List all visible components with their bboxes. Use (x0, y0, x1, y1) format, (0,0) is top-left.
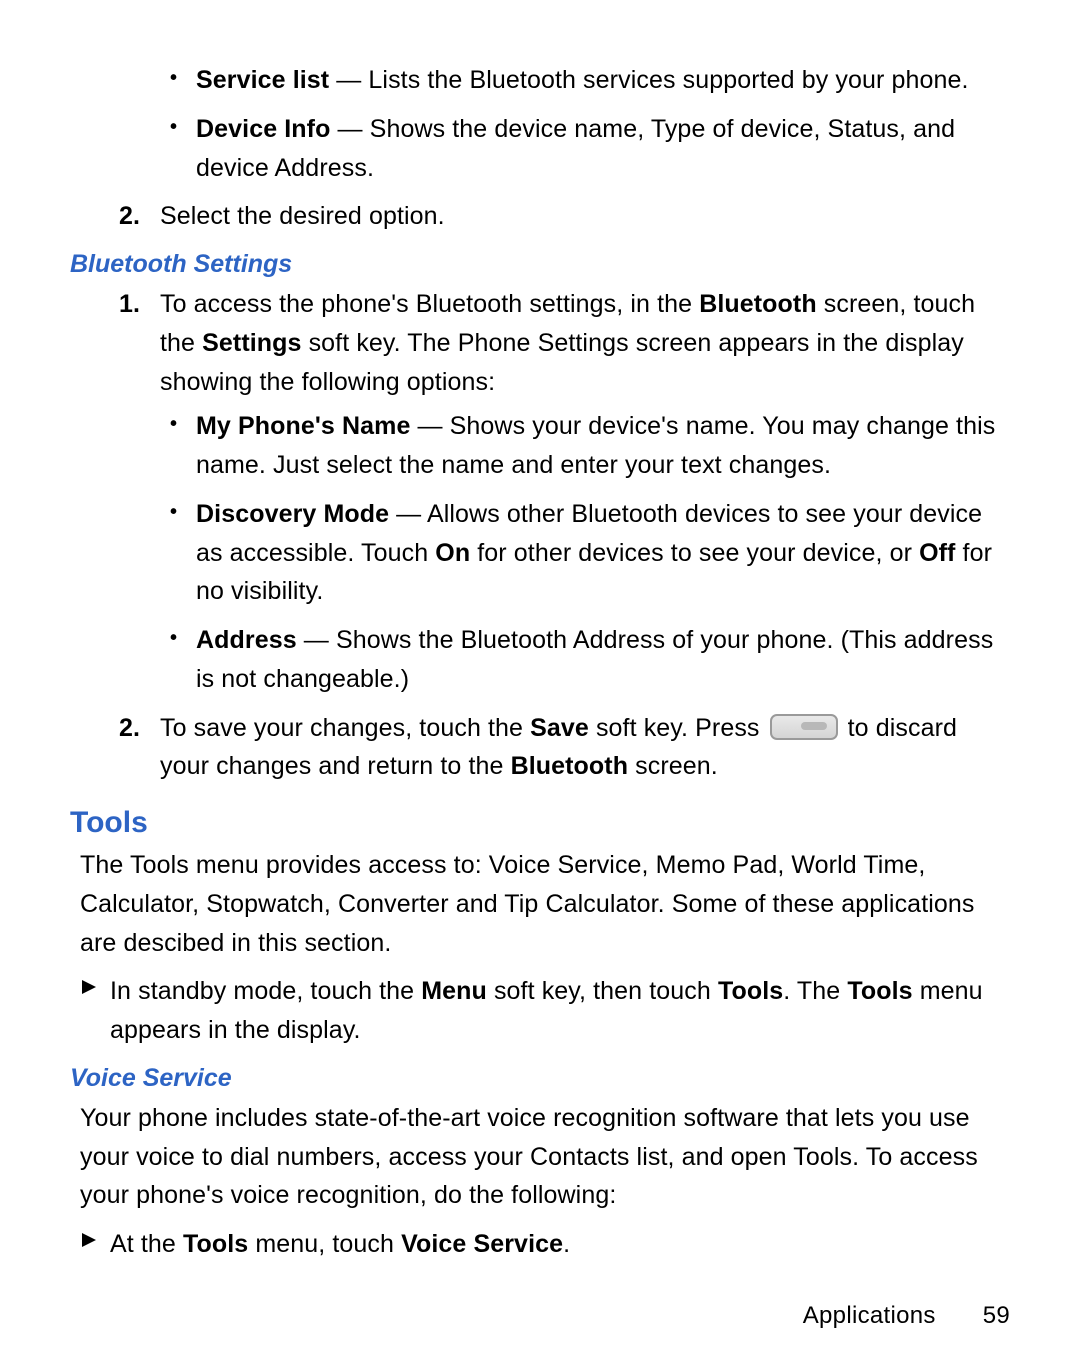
bold-off: Off (919, 539, 955, 567)
footer-page-number: 59 (983, 1302, 1010, 1329)
voice-service-arrow-step: At the Tools menu, touch Voice Service. (70, 1225, 1010, 1264)
step-number: 2. (90, 197, 160, 236)
text: To access the phone's Bluetooth settings… (160, 290, 699, 318)
back-key-icon (770, 714, 838, 740)
tools-intro: The Tools menu provides access to: Voice… (70, 846, 1010, 962)
label: Address (196, 626, 297, 654)
bold: Bluetooth (699, 290, 817, 318)
heading-voice-service: Voice Service (70, 1064, 1010, 1093)
text: for other devices to see your device, or (470, 539, 919, 567)
bullet-address: • Address — Shows the Bluetooth Address … (170, 621, 1010, 699)
arrow-icon (80, 972, 110, 996)
step-select-option: 2. Select the desired option. (70, 197, 1010, 236)
bullet-marker: • (170, 61, 196, 95)
voice-service-intro: Your phone includes state-of-the-art voi… (70, 1099, 1010, 1215)
tools-arrow-step: In standby mode, touch the Menu soft key… (70, 972, 1010, 1050)
bold-on: On (435, 539, 470, 567)
bullet-marker: • (170, 495, 196, 529)
text: . The (783, 977, 847, 1005)
bold-menu: Menu (421, 977, 487, 1005)
text: screen. (628, 752, 718, 780)
text: soft key, then touch (487, 977, 718, 1005)
bold-save: Save (530, 714, 589, 742)
heading-bluetooth-settings: Bluetooth Settings (70, 250, 1010, 279)
label: Device Info (196, 115, 330, 143)
bold-voice-service: Voice Service (401, 1230, 563, 1258)
text: soft key. Press (589, 714, 767, 742)
bold-tools: Tools (718, 977, 783, 1005)
bullet-marker: • (170, 621, 196, 655)
desc: — Lists the Bluetooth services supported… (329, 66, 968, 94)
text: To save your changes, touch the (160, 714, 530, 742)
page-footer: Applications 59 (803, 1302, 1010, 1330)
step-text: Select the desired option. (160, 197, 1010, 236)
bullet-discovery-mode: • Discovery Mode — Allows other Bluetoot… (170, 495, 1010, 611)
step-number: 1. (90, 285, 160, 324)
bold-tools2: Tools (847, 977, 912, 1005)
bold-bluetooth: Bluetooth (511, 752, 629, 780)
bullet-marker: • (170, 110, 196, 144)
label: Service list (196, 66, 329, 94)
text: menu, touch (248, 1230, 401, 1258)
bullet-service-list: • Service list — Lists the Bluetooth ser… (170, 61, 1010, 100)
label: Discovery Mode (196, 500, 389, 528)
text: In standby mode, touch the (110, 977, 421, 1005)
arrow-icon (80, 1225, 110, 1249)
heading-tools: Tools (70, 806, 1010, 840)
bullet-my-phones-name: • My Phone's Name — Shows your device's … (170, 407, 1010, 485)
text: At the (110, 1230, 183, 1258)
bt-step-1: 1. To access the phone's Bluetooth setti… (70, 285, 1010, 401)
bullet-device-info: • Device Info — Shows the device name, T… (170, 110, 1010, 188)
bold-tools: Tools (183, 1230, 248, 1258)
bullet-marker: • (170, 407, 196, 441)
footer-section: Applications (803, 1302, 936, 1329)
text: . (563, 1230, 570, 1258)
desc: — Shows the Bluetooth Address of your ph… (196, 626, 993, 693)
step-number: 2. (90, 709, 160, 748)
bt-step-2: 2. To save your changes, touch the Save … (70, 709, 1010, 787)
bold: Settings (202, 329, 301, 357)
label: My Phone's Name (196, 412, 410, 440)
